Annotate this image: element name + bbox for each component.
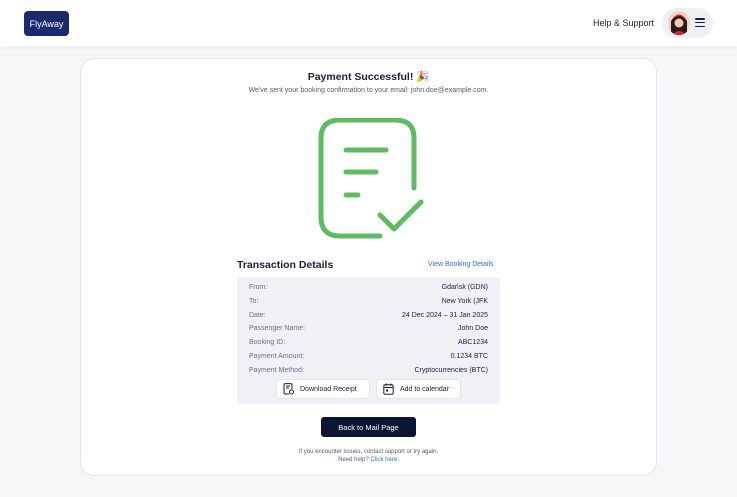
detail-value: Cryptocurrencies (BTC) — [414, 367, 488, 374]
detail-label: To: — [249, 298, 259, 305]
receipt-check-icon — [318, 117, 426, 240]
detail-value: New York (JFK — [441, 298, 488, 305]
detail-label: From: — [249, 284, 268, 291]
detail-row-method: Payment Method: Cryptocurrencies (BTC) — [249, 367, 488, 379]
detail-label: Passenger Name: — [249, 325, 306, 332]
detail-row-passenger: Passenger Name: John Doe — [249, 325, 488, 337]
add-to-calendar-label: Add to calendar — [400, 385, 450, 393]
detail-label: Booking ID: — [249, 339, 286, 346]
receipt-icon — [283, 383, 294, 395]
support-notice: If you encounter issues, contact support… — [298, 449, 439, 455]
download-receipt-label: Download Receipt — [300, 385, 357, 393]
detail-row-booking-id: Booking ID: ABC1234 — [249, 339, 488, 351]
detail-label: Payment Method: — [249, 367, 304, 374]
calendar-icon — [383, 383, 394, 395]
confirmation-subtitle: We've sent your booking confirmation to … — [248, 87, 489, 94]
detail-label: Date: — [249, 312, 266, 319]
transaction-details-heading: Transaction Details — [237, 259, 334, 271]
detail-row-to: To: New York (JFK — [249, 298, 488, 310]
download-receipt-button[interactable]: Download Receipt — [276, 379, 370, 399]
detail-value: 0.1234 BTC — [450, 353, 488, 360]
detail-label: Payment Amount: — [249, 353, 305, 360]
detail-row-date: Date: 24 Dec 2024 – 31 Jan 2025 — [249, 312, 488, 324]
top-navigation-bar: FlyAway Help & Support — [0, 0, 737, 46]
page-title: Payment Successful! 🎉 — [307, 71, 430, 83]
detail-value: ABC1234 — [458, 339, 488, 346]
brand-logo[interactable]: FlyAway — [24, 11, 69, 36]
detail-value: Gdańsk (GDN) — [441, 284, 488, 291]
detail-value: 24 Dec 2024 – 31 Jan 2025 — [401, 312, 488, 319]
help-support-link[interactable]: Help & Support — [593, 18, 654, 28]
help-line: Need help? Click here. — [0, 457, 737, 463]
help-prefix: Need help? — [338, 457, 369, 463]
avatar[interactable] — [668, 11, 690, 35]
detail-value: John Doe — [458, 325, 488, 332]
view-booking-details-link[interactable]: View Booking Details — [428, 261, 494, 268]
help-click-here-link[interactable]: Click here. — [371, 457, 399, 463]
detail-row-from: From: Gdańsk (GDN) — [249, 284, 488, 296]
back-to-mail-button[interactable]: Back to Mail Page — [321, 417, 416, 437]
hamburger-menu-icon[interactable] — [695, 18, 705, 27]
add-to-calendar-button[interactable]: Add to calendar — [376, 379, 461, 399]
detail-row-amount: Payment Amount: 0.1234 BTC — [249, 353, 488, 365]
